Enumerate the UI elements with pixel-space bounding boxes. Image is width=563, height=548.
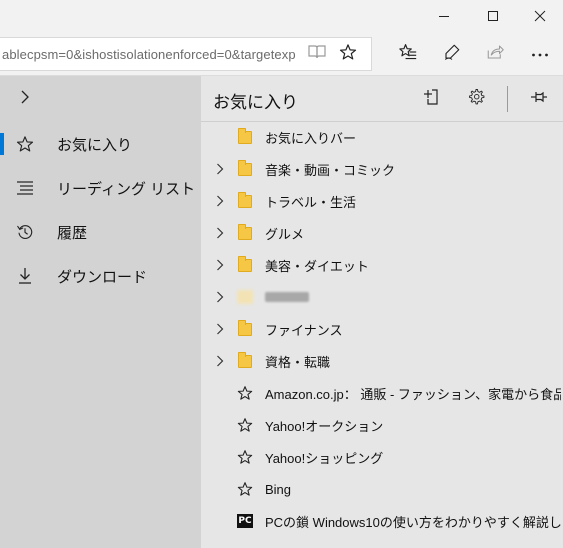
blurred-label xyxy=(265,292,309,302)
add-favorite-icon xyxy=(422,87,442,112)
favorites-panel-header: お気に入り xyxy=(201,76,563,122)
star-icon xyxy=(14,133,36,155)
minimize-icon xyxy=(438,10,450,22)
close-button[interactable] xyxy=(517,0,563,32)
favorite-label: ファイナンス xyxy=(265,322,343,338)
favorite-label: Bing xyxy=(265,481,292,497)
favorite-link-row[interactable]: Yahoo!ショッピング xyxy=(201,441,563,473)
hub-nav-label: お気に入り xyxy=(57,136,133,154)
active-indicator xyxy=(0,133,4,155)
folder-icon xyxy=(237,127,253,145)
more-icon xyxy=(531,45,549,63)
add-favorite-button[interactable] xyxy=(419,86,445,112)
folder-icon xyxy=(237,319,253,337)
address-bar[interactable]: ablecpsm=0&ishostisolationenforced=0&tar… xyxy=(0,37,372,71)
hub-nav-downloads[interactable]: ダウンロード xyxy=(0,254,201,298)
pin-button[interactable] xyxy=(526,86,552,112)
download-icon xyxy=(14,265,36,287)
favorite-label: お気に入りバー xyxy=(265,130,357,146)
favorite-label: 資格・転職 xyxy=(265,354,331,370)
chevron-right-icon[interactable] xyxy=(213,194,227,208)
favorite-label: 美容・ダイエット xyxy=(265,258,369,274)
close-icon xyxy=(534,10,546,22)
reading-view-button[interactable] xyxy=(302,40,332,68)
star-icon xyxy=(237,385,253,401)
favorite-folder-row[interactable]: お気に入りバー xyxy=(201,121,563,153)
favorite-label: Yahoo!オークション xyxy=(265,418,384,434)
favorite-label: トラベル・生活 xyxy=(265,194,357,210)
folder-icon xyxy=(237,351,253,369)
chevron-right-icon[interactable] xyxy=(213,354,227,368)
favorite-folder-row[interactable]: 美容・ダイエット xyxy=(201,249,563,281)
favorite-label: Yahoo!ショッピング xyxy=(265,450,384,466)
chevron-right-icon[interactable] xyxy=(213,322,227,336)
favorite-folder-row[interactable]: トラベル・生活 xyxy=(201,185,563,217)
blurred-folder-icon xyxy=(237,289,253,305)
chevron-right-icon[interactable] xyxy=(213,226,227,240)
favorite-label: 音楽・動画・コミック xyxy=(265,162,396,178)
folder-icon xyxy=(237,255,253,273)
favorite-folder-row[interactable]: ファイナンス xyxy=(201,313,563,345)
favorite-folder-row[interactable]: 資格・転職 xyxy=(201,345,563,377)
maximize-button[interactable] xyxy=(470,0,516,32)
pen-icon xyxy=(443,43,461,66)
web-note-button[interactable] xyxy=(437,40,467,68)
site-favicon: PC xyxy=(237,513,253,529)
panel-title: お気に入り xyxy=(213,93,298,112)
share-button[interactable] xyxy=(480,40,510,68)
favorite-link-row[interactable]: PC PCの鎖 Windows10の使い方をわかりやすく解説します xyxy=(201,505,563,537)
gear-icon xyxy=(467,88,485,111)
folder-icon xyxy=(237,159,253,177)
hub-nav-reading-list[interactable]: リーディング リスト xyxy=(0,166,201,210)
hub-nav-history[interactable]: 履歴 xyxy=(0,210,201,254)
chevron-right-icon[interactable] xyxy=(213,290,227,304)
star-icon xyxy=(237,481,253,497)
url-text[interactable]: ablecpsm=0&ishostisolationenforced=0&tar… xyxy=(2,47,302,62)
chevron-right-icon[interactable] xyxy=(213,258,227,272)
browser-toolbar: ablecpsm=0&ishostisolationenforced=0&tar… xyxy=(0,32,563,76)
more-button[interactable] xyxy=(525,40,555,68)
share-icon xyxy=(486,44,504,65)
hub-nav-label: 履歴 xyxy=(57,224,88,242)
star-icon xyxy=(339,43,357,66)
title-bar xyxy=(0,0,563,32)
reading-view-icon xyxy=(308,44,326,65)
star-icon xyxy=(237,417,253,433)
settings-button[interactable] xyxy=(463,86,489,112)
hub-nav-label: リーディング リスト xyxy=(57,180,196,198)
pin-icon xyxy=(530,90,548,109)
history-icon xyxy=(14,221,36,243)
header-divider xyxy=(507,86,508,112)
hub-nav-pane: お気に入り リーディング リスト 履歴 ダウンロード xyxy=(0,76,201,548)
reading-list-icon xyxy=(14,177,36,199)
hub-nav-label: ダウンロード xyxy=(57,268,148,286)
folder-icon xyxy=(237,223,253,241)
hub-button[interactable] xyxy=(393,40,423,68)
chevron-right-icon[interactable] xyxy=(213,162,227,176)
maximize-icon xyxy=(487,10,499,22)
favorites-hub-icon xyxy=(398,43,418,66)
favorite-folder-row-blurred[interactable] xyxy=(201,281,563,313)
favorite-label: PCの鎖 Windows10の使い方をわかりやすく解説します xyxy=(265,514,561,530)
favorite-folder-row[interactable]: 音楽・動画・コミック xyxy=(201,153,563,185)
favorite-label: Amazon.co.jp： 通販 - ファッション、家電から食品まで【送 xyxy=(265,386,561,402)
favorite-link-row[interactable]: Bing xyxy=(201,473,563,505)
favorite-link-row[interactable]: Yahoo!オークション xyxy=(201,409,563,441)
favorite-label: グルメ xyxy=(265,226,305,242)
favorite-folder-row[interactable]: グルメ xyxy=(201,217,563,249)
collapse-pane-button[interactable] xyxy=(12,86,38,112)
minimize-button[interactable] xyxy=(421,0,467,32)
folder-icon xyxy=(237,191,253,209)
favorites-panel: お気に入り お気に入りバー 音楽・動画・コミック トラベル・生活 グルメ 美容・… xyxy=(201,76,563,548)
favorite-link-row[interactable]: Amazon.co.jp： 通販 - ファッション、家電から食品まで【送 xyxy=(201,377,563,409)
hub-nav-favorites[interactable]: お気に入り xyxy=(0,122,201,166)
add-to-favorites-button[interactable] xyxy=(333,40,363,68)
chevron-right-icon xyxy=(20,90,30,109)
star-icon xyxy=(237,449,253,465)
